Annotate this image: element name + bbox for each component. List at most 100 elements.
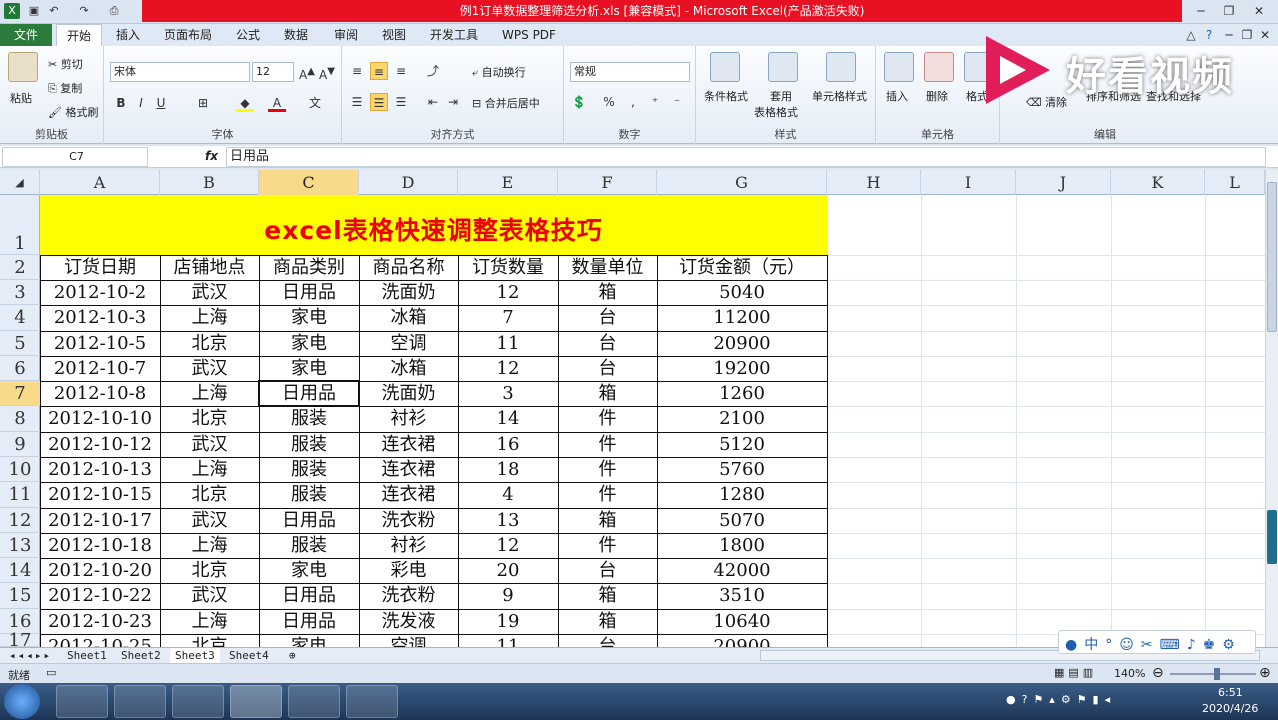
clock-date[interactable]: 2020/4/26: [1202, 702, 1258, 715]
row-header[interactable]: 9: [0, 432, 40, 457]
table-cell[interactable]: 北京: [160, 558, 259, 583]
borders-icon[interactable]: ⊞: [194, 94, 212, 112]
column-header-h[interactable]: H: [827, 170, 921, 195]
table-cell[interactable]: 14: [458, 406, 558, 432]
format-painter-button[interactable]: 🖌 格式刷: [48, 104, 98, 120]
table-cell[interactable]: 件: [558, 533, 657, 558]
sheet-tab-1[interactable]: Sheet1: [62, 648, 112, 663]
table-cell[interactable]: 12: [458, 280, 558, 305]
table-cell[interactable]: 1260: [657, 381, 827, 406]
table-cell[interactable]: 空调: [359, 331, 458, 356]
fx-icon[interactable]: fx: [205, 149, 218, 163]
table-cell[interactable]: 2012-10-12: [40, 432, 160, 457]
table-cell[interactable]: 连衣裙: [359, 482, 458, 508]
row-header[interactable]: 11: [0, 482, 40, 508]
ime-toolbar[interactable]: ●中°☺✂⌨♪♚⚙: [1058, 630, 1256, 654]
banner-cell[interactable]: excel表格快速调整表格技巧: [40, 195, 827, 255]
print-preview-icon[interactable]: ⎙: [106, 3, 122, 19]
table-cell[interactable]: 箱: [558, 508, 657, 533]
table-cell[interactable]: 家电: [259, 331, 359, 356]
table-cell[interactable]: 洗面奶: [359, 280, 458, 305]
row-header[interactable]: 12: [0, 508, 40, 533]
table-cell[interactable]: 7: [458, 305, 558, 331]
table-header-cell[interactable]: 订货金额（元）: [657, 255, 827, 280]
table-cell[interactable]: 2012-10-7: [40, 356, 160, 381]
sheet-tab-2[interactable]: Sheet2: [116, 648, 166, 663]
tab-file[interactable]: 文件: [0, 24, 52, 46]
table-cell[interactable]: 2012-10-8: [40, 381, 160, 406]
row-header[interactable]: 7: [0, 381, 40, 406]
column-header-f[interactable]: F: [558, 170, 657, 195]
undo-icon[interactable]: ↶: [46, 3, 62, 19]
conditional-format-button[interactable]: 条件格式: [704, 88, 748, 104]
row-header[interactable]: 3: [0, 280, 40, 305]
ie-taskbar-icon[interactable]: [172, 685, 224, 718]
table-cell[interactable]: 上海: [160, 305, 259, 331]
table-cell[interactable]: 服装: [259, 406, 359, 432]
table-cell[interactable]: 42000: [657, 558, 827, 583]
column-header-c[interactable]: C: [259, 170, 359, 195]
insert-cells-button[interactable]: 插入: [886, 88, 908, 104]
wps-taskbar-icon[interactable]: [288, 685, 340, 718]
table-cell[interactable]: 冰箱: [359, 305, 458, 331]
table-cell[interactable]: 9: [458, 583, 558, 609]
italic-icon[interactable]: I: [132, 94, 150, 112]
table-cell[interactable]: 12: [458, 533, 558, 558]
table-cell[interactable]: 家电: [259, 558, 359, 583]
tab-page-layout[interactable]: 页面布局: [158, 24, 218, 46]
bold-icon[interactable]: B: [112, 94, 130, 112]
app-taskbar-icon[interactable]: [346, 685, 398, 718]
table-cell[interactable]: 2100: [657, 406, 827, 432]
align-right-icon[interactable]: ☰: [392, 93, 410, 111]
table-cell[interactable]: 武汉: [160, 432, 259, 457]
row-header[interactable]: 10: [0, 457, 40, 482]
table-cell[interactable]: 上海: [160, 381, 259, 406]
table-cell[interactable]: 件: [558, 457, 657, 482]
delete-cells-button[interactable]: 删除: [926, 88, 948, 104]
table-cell[interactable]: 日用品: [259, 609, 359, 634]
row-header[interactable]: 2: [0, 255, 40, 280]
table-cell[interactable]: 1800: [657, 533, 827, 558]
column-header-b[interactable]: B: [160, 170, 259, 195]
tab-wps-pdf[interactable]: WPS PDF: [494, 24, 564, 46]
table-cell[interactable]: 台: [558, 356, 657, 381]
align-left-icon[interactable]: ☰: [348, 93, 366, 111]
align-top-icon[interactable]: ≡: [348, 62, 366, 80]
row-header[interactable]: 6: [0, 356, 40, 381]
view-mode-icons[interactable]: ▦▤▥: [1054, 666, 1097, 679]
vertical-scroll-thumb[interactable]: [1267, 182, 1277, 332]
insert-sheet-icon[interactable]: ⊕: [284, 648, 301, 663]
table-cell[interactable]: 武汉: [160, 583, 259, 609]
table-cell[interactable]: 家电: [259, 634, 359, 647]
table-cell[interactable]: 2012-10-22: [40, 583, 160, 609]
table-header-cell[interactable]: 商品类别: [259, 255, 359, 280]
table-cell[interactable]: 北京: [160, 331, 259, 356]
table-header-cell[interactable]: 订货数量: [458, 255, 558, 280]
table-cell[interactable]: 箱: [558, 381, 657, 406]
table-cell[interactable]: 北京: [160, 634, 259, 647]
phonetic-icon[interactable]: 文: [306, 94, 324, 112]
restore-button[interactable]: ❐: [1218, 2, 1240, 20]
table-cell[interactable]: 2012-10-15: [40, 482, 160, 508]
table-cell[interactable]: 19: [458, 609, 558, 634]
copy-button[interactable]: ⎘ 复制: [48, 80, 82, 96]
table-cell[interactable]: 11: [458, 634, 558, 647]
row-header[interactable]: 5: [0, 331, 40, 356]
table-cell[interactable]: 箱: [558, 280, 657, 305]
table-cell[interactable]: 2012-10-17: [40, 508, 160, 533]
row-header[interactable]: 13: [0, 533, 40, 558]
side-panel-handle[interactable]: [1267, 510, 1277, 564]
zoom-out-icon[interactable]: ⊖: [1152, 665, 1164, 681]
excel-taskbar-icon[interactable]: [230, 685, 282, 718]
table-cell[interactable]: 2012-10-25: [40, 634, 160, 647]
increase-indent-icon[interactable]: ⇥: [444, 93, 462, 111]
paste-icon[interactable]: [8, 52, 38, 82]
explorer-taskbar-icon[interactable]: [56, 685, 108, 718]
table-cell[interactable]: 箱: [558, 583, 657, 609]
table-cell[interactable]: 2012-10-18: [40, 533, 160, 558]
table-header-cell[interactable]: 店铺地点: [160, 255, 259, 280]
wrap-text-button[interactable]: ⤶ 自动换行: [472, 64, 526, 80]
table-cell[interactable]: 11: [458, 331, 558, 356]
ime-icons[interactable]: ●中°☺✂⌨♪♚⚙: [1065, 634, 1242, 654]
format-as-table-icon[interactable]: [768, 52, 798, 82]
